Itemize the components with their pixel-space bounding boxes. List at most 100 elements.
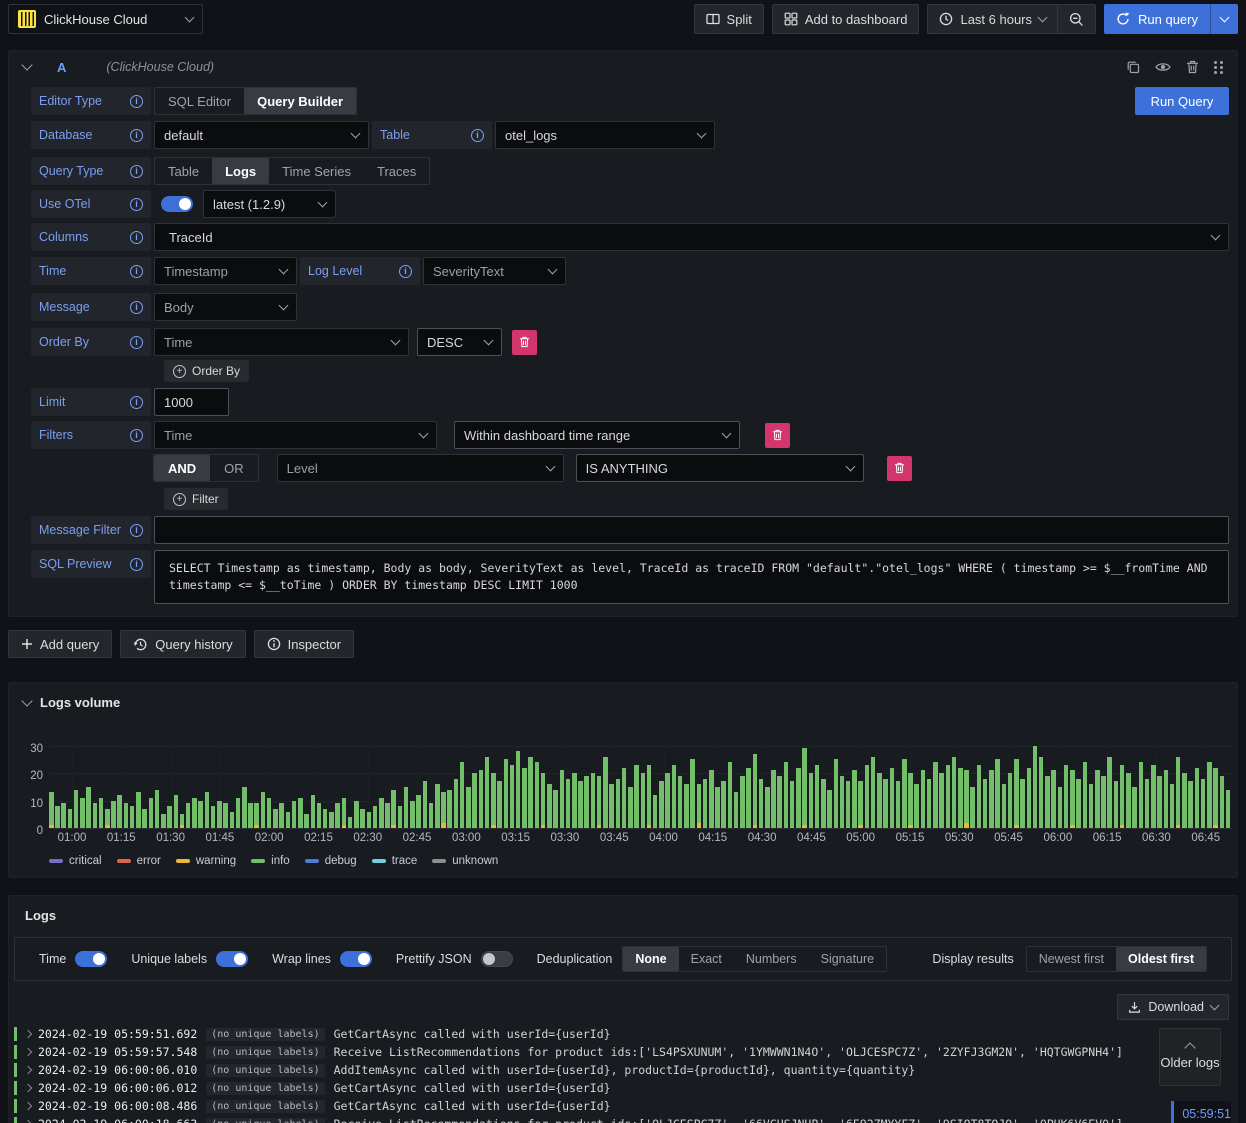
remove-filter-button[interactable] (765, 422, 790, 448)
remove-order-by-button[interactable] (512, 329, 537, 355)
limit-input[interactable] (154, 388, 229, 416)
add-query-button[interactable]: Add query (8, 630, 113, 658)
collapse-volume-icon[interactable] (21, 694, 33, 707)
order-by-direction-select[interactable]: DESC (417, 328, 502, 356)
legend-item-info[interactable]: info (251, 855, 290, 867)
otel-version-select[interactable]: latest (1.2.9) (203, 190, 336, 218)
info-icon[interactable]: i (399, 264, 412, 278)
log-level-field-label: Log Level i (300, 257, 420, 285)
display-option-oldest-first[interactable]: Oldest first (1116, 947, 1206, 971)
info-icon[interactable]: i (130, 395, 143, 409)
download-icon (1129, 1001, 1141, 1013)
older-logs-button[interactable]: Older logs (1159, 1028, 1221, 1086)
legend-item-unknown[interactable]: unknown (432, 855, 498, 867)
x-axis-tick-label: 06:15 (1092, 832, 1122, 844)
inspector-button[interactable]: Inspector (253, 630, 355, 658)
time-range-label: Last 6 hours (960, 11, 1033, 27)
log-row[interactable]: 2024-02-19 06:00:18.663 (no unique label… (14, 1115, 1237, 1123)
database-select[interactable]: default (154, 121, 369, 149)
collapse-query-icon[interactable] (21, 59, 33, 71)
info-icon[interactable]: i (130, 428, 143, 442)
filter-column-select[interactable]: Time (154, 421, 437, 449)
volume-bar (515, 751, 521, 828)
zoom-out-button[interactable] (1058, 5, 1095, 33)
conjunction-option-or[interactable]: OR (210, 455, 258, 481)
log-row[interactable]: 2024-02-19 06:00:06.012 (no unique label… (14, 1079, 1237, 1097)
info-icon[interactable]: i (130, 523, 143, 537)
info-icon[interactable]: i (130, 335, 143, 349)
volume-bar (833, 759, 839, 828)
display-option-newest-first[interactable]: Newest first (1027, 947, 1116, 971)
info-icon[interactable]: i (471, 128, 484, 142)
add-to-dashboard-button[interactable]: Add to dashboard (771, 4, 920, 34)
dedup-option-numbers[interactable]: Numbers (734, 947, 809, 971)
query-type-option-time-series[interactable]: Time Series (269, 158, 364, 184)
volume-bar (1157, 775, 1162, 828)
remove-query-button[interactable] (1186, 60, 1199, 74)
info-icon[interactable]: i (130, 230, 143, 244)
filter-level-select[interactable]: Level (276, 454, 564, 482)
run-query-panel-button[interactable]: Run Query (1135, 87, 1229, 115)
time-column-select[interactable]: Timestamp (154, 257, 297, 285)
dedup-option-none[interactable]: None (623, 947, 679, 971)
query-type-option-traces[interactable]: Traces (364, 158, 429, 184)
query-builder-form: Editor Type i SQL Editor Query Builder D… (9, 83, 1237, 616)
info-icon[interactable]: i (130, 128, 143, 142)
columns-multiselect[interactable]: TraceId (154, 223, 1229, 251)
legend-item-warning[interactable]: warning (175, 855, 236, 867)
hide-response-button[interactable] (1155, 61, 1171, 73)
info-icon[interactable]: i (130, 164, 143, 178)
time-range-button[interactable]: Last 6 hours (928, 5, 1057, 33)
message-filter-input[interactable] (154, 516, 1229, 544)
split-button[interactable]: Split (693, 4, 764, 34)
logs-volume-chart[interactable]: 0 10 20 30 (30, 741, 1232, 837)
unique-labels-toggle[interactable] (216, 951, 249, 967)
volume-bar (671, 764, 677, 828)
prettify-json-toggle[interactable] (480, 951, 513, 967)
datasource-picker[interactable]: ClickHouse Cloud (8, 4, 203, 34)
filter-operator-select[interactable]: Within dashboard time range (454, 421, 740, 449)
volume-bar (1082, 762, 1088, 828)
editor-type-option-query-builder[interactable]: Query Builder (244, 88, 357, 114)
duplicate-query-button[interactable] (1126, 60, 1140, 74)
conjunction-option-and[interactable]: AND (154, 455, 211, 481)
legend-item-debug[interactable]: debug (304, 855, 357, 867)
wrap-lines-toggle[interactable] (339, 951, 372, 967)
log-row[interactable]: 2024-02-19 06:00:06.010 (no unique label… (14, 1061, 1237, 1079)
log-navigation-time[interactable]: 05:59:51 (1171, 1101, 1231, 1123)
time-toggle[interactable] (75, 951, 108, 967)
info-icon[interactable]: i (130, 94, 143, 108)
log-row[interactable]: 2024-02-19 05:59:51.692 (no unique label… (14, 1025, 1237, 1043)
run-query-split-button: Run query (1104, 4, 1238, 34)
log-row[interactable]: 2024-02-19 05:59:57.548 (no unique label… (14, 1043, 1237, 1061)
legend-item-error[interactable]: error (116, 855, 161, 867)
x-axis-tick-label: 02:45 (402, 832, 432, 844)
query-history-button[interactable]: Query history (120, 630, 246, 658)
run-query-button[interactable]: Run query (1104, 4, 1210, 34)
info-icon[interactable]: i (130, 264, 143, 278)
info-icon[interactable]: i (130, 300, 143, 314)
editor-type-option-sql-editor[interactable]: SQL Editor (155, 88, 244, 114)
query-type-option-logs[interactable]: Logs (212, 158, 270, 184)
legend-item-critical[interactable]: critical (49, 855, 102, 867)
info-icon[interactable]: i (130, 197, 143, 211)
log-row[interactable]: 2024-02-19 06:00:08.486 (no unique label… (14, 1097, 1237, 1115)
log-level-select[interactable]: SeverityText (423, 257, 566, 285)
table-select[interactable]: otel_logs (495, 121, 715, 149)
query-type-option-table[interactable]: Table (155, 158, 212, 184)
filter-condition-select[interactable]: IS ANYTHING (575, 454, 864, 482)
info-icon[interactable]: i (130, 557, 143, 571)
message-column-select[interactable]: Body (154, 293, 297, 321)
add-filter-button[interactable]: + Filter (164, 488, 228, 510)
volume-bar (1076, 778, 1081, 828)
download-button[interactable]: Download (1117, 994, 1229, 1020)
drag-handle-icon[interactable] (1214, 60, 1223, 74)
remove-sub-filter-button[interactable] (886, 455, 912, 481)
dedup-option-signature[interactable]: Signature (809, 947, 887, 971)
add-order-by-button[interactable]: + Order By (164, 360, 250, 382)
dedup-option-exact[interactable]: Exact (679, 947, 734, 971)
order-by-column-select[interactable]: Time (154, 328, 409, 356)
run-query-dropdown[interactable] (1211, 4, 1238, 34)
use-otel-toggle[interactable] (161, 196, 193, 212)
legend-item-trace[interactable]: trace (371, 855, 417, 867)
